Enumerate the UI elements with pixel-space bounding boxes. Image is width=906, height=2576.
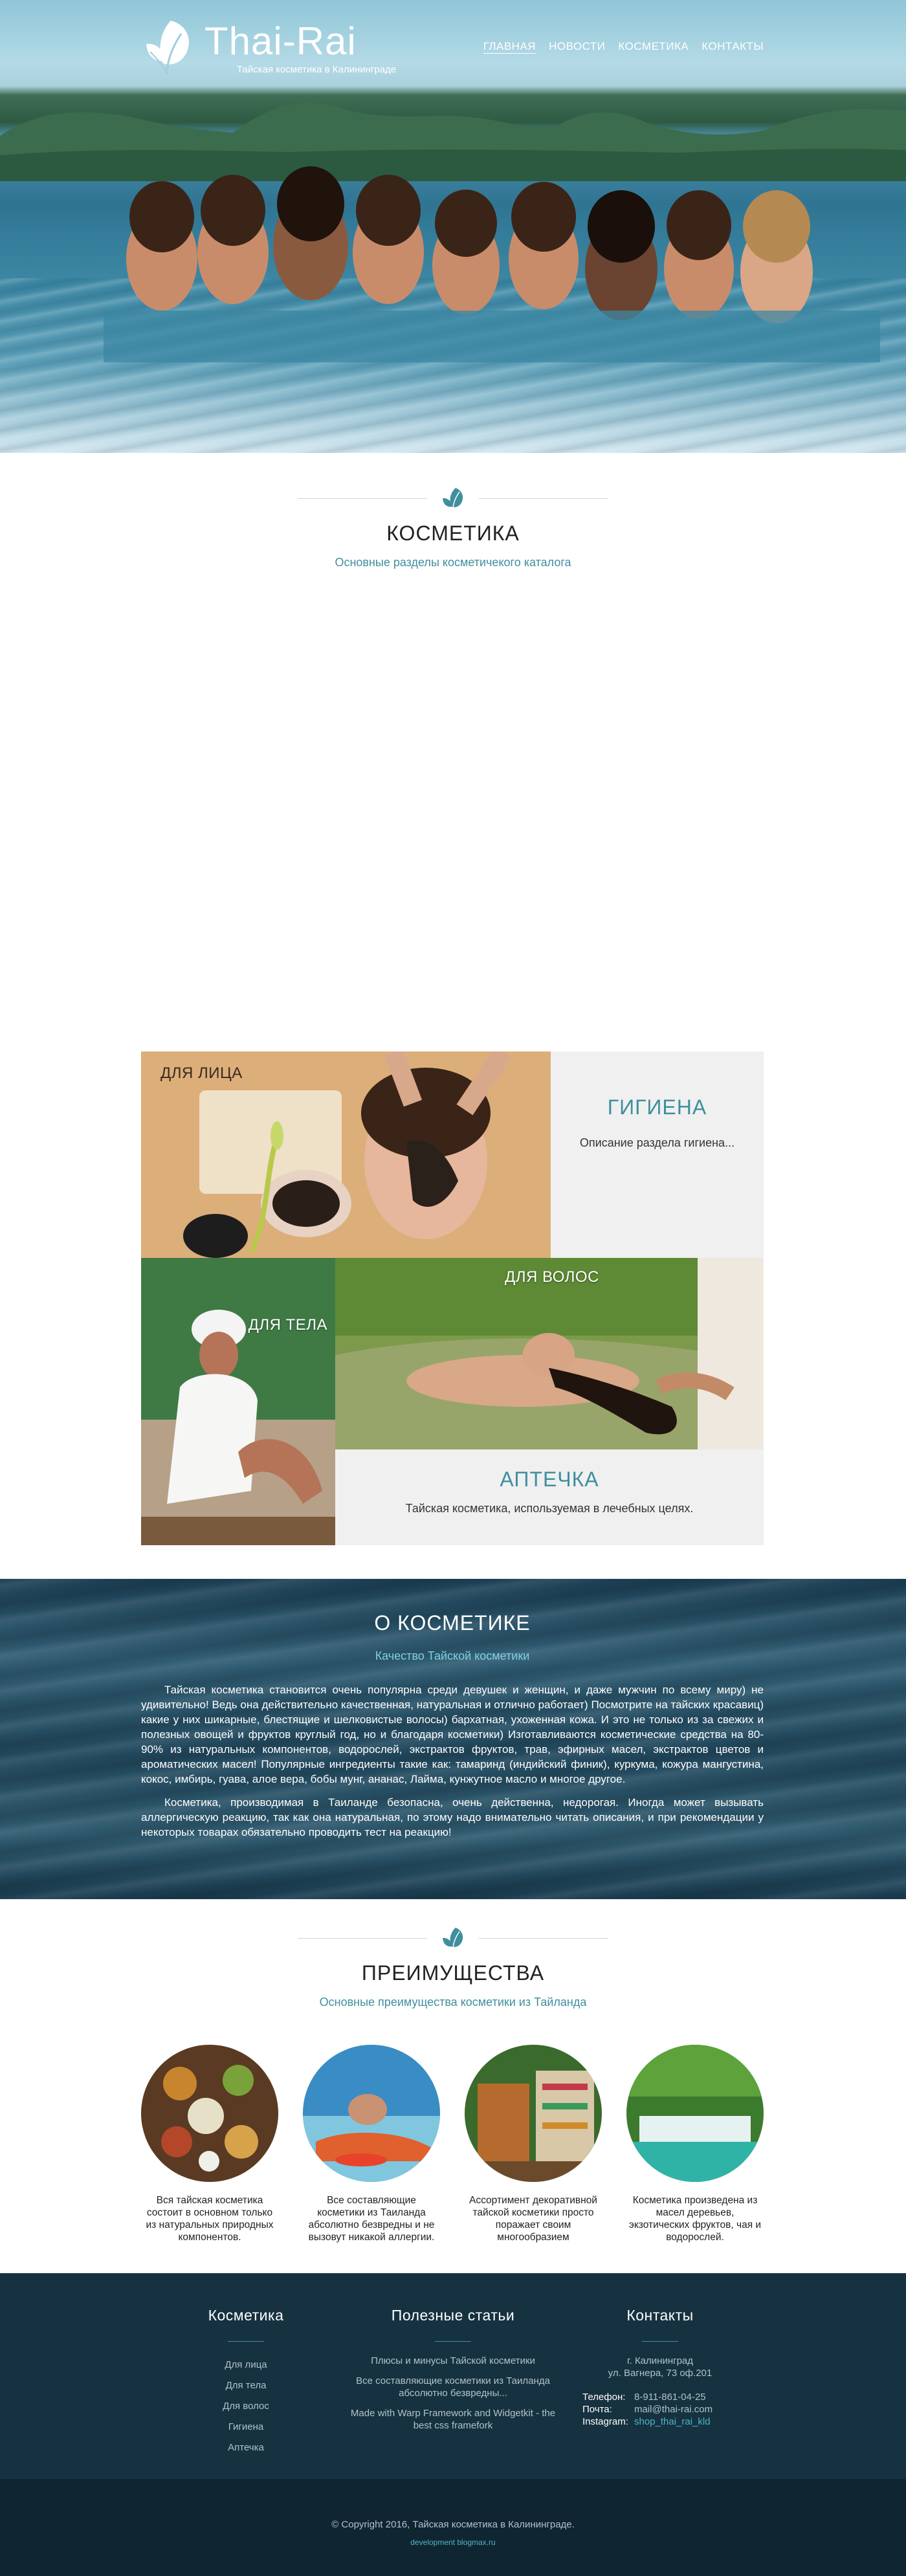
copyright-bar: © Copyright 2016, Тайская косметика в Ка… (0, 2479, 906, 2576)
advantage-item: Вся тайская косметика состоит в основном… (141, 2045, 278, 2243)
mail-value[interactable]: mail@thai-rai.com (634, 2403, 713, 2416)
advantage-text: Все составляющие косметики из Таиланда а… (308, 2195, 435, 2243)
tile-hair-label: ДЛЯ ВОЛОС (505, 1268, 599, 1286)
main-nav: Главная Новости Косметика Контакты (483, 40, 764, 54)
tile-hygiene-desc: Описание раздела гигиена... (579, 1136, 735, 1149)
advantage-text: Вся тайская косметика состоит в основном… (146, 2195, 274, 2243)
developer-link[interactable]: development blogmax.ru (0, 2538, 906, 2547)
advantages-list: Вся тайская косметика состоит в основном… (141, 2045, 764, 2252)
footer-col-cosmetics: Косметика Для лица Для тела Для волос Ги… (181, 2307, 311, 2458)
about-title: О КОСМЕТИКЕ (374, 1611, 531, 1635)
logo-subtitle: Тайская косметика в Калининграде (237, 63, 397, 75)
leaf-logo-icon (146, 21, 189, 74)
footer-link-hygiene[interactable]: Гигиена (181, 2417, 311, 2438)
section-divider (298, 485, 608, 511)
hair-care-image (335, 1258, 764, 1449)
footer-article-link[interactable]: Плюсы и минусы Тайской косметики (349, 2355, 557, 2367)
advantages-section: ПРЕИМУЩЕСТВА Основные преимущества косме… (0, 1899, 906, 2273)
leaf-divider-icon (443, 488, 463, 511)
cosmetics-subtitle: Основные разделы косметичекого каталога (335, 556, 571, 569)
footer-col-articles: Полезные статьи Плюсы и минусы Тайской к… (349, 2307, 557, 2439)
footer-article-link[interactable]: Made with Warp Framework and Widgetkit -… (349, 2407, 557, 2432)
tile-hygiene[interactable]: ГИГИЕНА Описание раздела гигиена... (551, 1051, 764, 1258)
footer-link-body[interactable]: Для тела (181, 2375, 311, 2396)
advantage-text: Ассортимент декоративной тайской космети… (469, 2195, 597, 2243)
footer-col-title: Косметика (208, 2307, 284, 2324)
advantages-subtitle: Основные преимущества косметики из Тайла… (319, 1996, 587, 2009)
footer-city: г. Калининград (626, 2355, 694, 2366)
footer-article-link[interactable]: Все составляющие косметики из Таиланда а… (349, 2375, 557, 2399)
cosmetics-title: КОСМЕТИКА (386, 522, 520, 545)
copyright-text: © Copyright 2016, Тайская косметика в Ка… (331, 2519, 575, 2530)
footer-link-face[interactable]: Для лица (181, 2355, 311, 2375)
footer: Косметика Для лица Для тела Для волос Ги… (0, 2273, 906, 2479)
instagram-label: Instagram: (582, 2416, 628, 2427)
footer-col-contacts: Контакты г. Калининград ул. Вагнера, 73 … (582, 2307, 738, 2428)
spa-woman-image (303, 2045, 440, 2182)
advantage-item: Все составляющие косметики из Таиланда а… (303, 2045, 440, 2243)
body-care-image (141, 1258, 335, 1545)
about-paragraph-2: Косметика, производимая в Таиланде безоп… (141, 1796, 764, 1838)
tile-pharmacy[interactable]: АПТЕЧКА Тайская косметика, используемая … (335, 1449, 764, 1545)
site-logo[interactable]: Thai-Rai Тайская косметика в Калининград… (141, 18, 396, 76)
tile-body-label: ДЛЯ ТЕЛА (248, 1316, 327, 1334)
tile-hair[interactable]: ДЛЯ ВОЛОС (335, 1258, 764, 1449)
hero-models-image (104, 166, 880, 362)
instagram-link[interactable]: shop_thai_rai_kld (634, 2416, 711, 2428)
advantage-item: Косметика произведена из масел деревьев,… (626, 2045, 764, 2243)
phone-value[interactable]: 8-911-861-04-25 (634, 2391, 706, 2403)
tile-hygiene-title: ГИГИЕНА (607, 1095, 707, 1119)
spices-image (141, 2045, 278, 2182)
footer-link-pharmacy[interactable]: Аптечка (181, 2438, 311, 2458)
section-divider (298, 1925, 608, 1951)
phone-label: Телефон: (582, 2392, 626, 2403)
tile-pharmacy-desc: Тайская косметика, используемая в лечебн… (405, 1502, 694, 1515)
tile-face-label: ДЛЯ ЛИЦА (160, 1064, 243, 1082)
nav-item-cosmetics[interactable]: Косметика (618, 40, 689, 54)
footer-street: ул. Вагнера, 73 оф.201 (608, 2368, 713, 2379)
nav-item-contacts[interactable]: Контакты (702, 40, 764, 54)
footer-col-title: Контакты (626, 2307, 694, 2324)
footer-link-hair[interactable]: Для волос (181, 2396, 311, 2417)
catalog-grid: ДЛЯ ЛИЦА ГИГИЕНА Описание раздела гигиен… (141, 1051, 764, 1545)
footer-contacts: Телефон: 8-911-861-04-25 Почта: mail@thai-… (582, 2391, 738, 2428)
tile-face[interactable]: ДЛЯ ЛИЦА (141, 1051, 551, 1258)
advantage-item: Ассортимент декоративной тайской космети… (465, 2045, 602, 2243)
advantages-title: ПРЕИМУЩЕСТВА (361, 1961, 545, 1985)
logo-title: Thai-Rai (204, 19, 357, 63)
nav-item-news[interactable]: Новости (549, 40, 605, 54)
tile-pharmacy-title: АПТЕЧКА (500, 1468, 599, 1491)
cosmetics-section: КОСМЕТИКА Основные разделы косметичекого… (0, 453, 906, 1579)
about-paragraph-1: Тайская косметика становится очень попул… (141, 1684, 764, 1785)
about-subtitle: Качество Тайской косметики (375, 1649, 530, 1662)
advantage-text: Косметика произведена из масел деревьев,… (628, 2195, 762, 2243)
tile-body[interactable]: ДЛЯ ТЕЛА (141, 1258, 335, 1545)
hero-banner: Thai-Rai Тайская косметика в Калининград… (0, 0, 906, 453)
footer-col-title: Полезные статьи (391, 2307, 515, 2324)
about-section: О КОСМЕТИКЕ Качество Тайской косметики Т… (0, 1579, 906, 1899)
shop-assortment-image (465, 2045, 602, 2182)
nav-item-home[interactable]: Главная (483, 40, 536, 54)
leaf-divider-icon (443, 1928, 463, 1950)
mail-label: Почта: (582, 2404, 612, 2415)
waterfall-image (626, 2045, 764, 2182)
